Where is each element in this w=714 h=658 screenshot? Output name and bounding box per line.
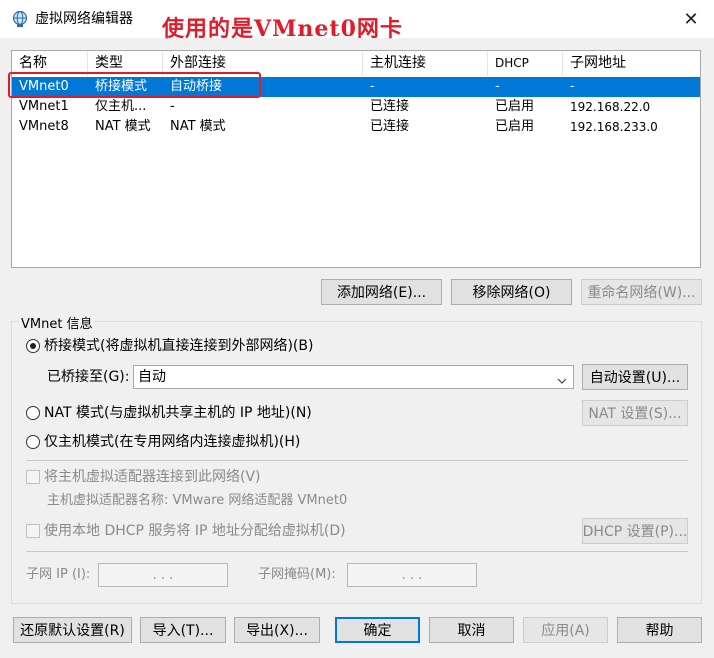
column-header-subnet[interactable]: 子网地址 xyxy=(563,51,702,76)
table-row[interactable]: VMnet1 仅主机... - 已连接 已启用 192.168.22.0 xyxy=(12,97,700,117)
remove-network-button[interactable]: 移除网络(O) xyxy=(451,279,572,305)
subnet-mask-field[interactable]: . . . xyxy=(347,563,477,587)
annotation-text: 使用的是VMnet0网卡 xyxy=(162,16,403,42)
divider xyxy=(26,551,688,552)
cell-subnet: 192.168.22.0 xyxy=(570,100,651,114)
export-button[interactable]: 导出(X)... xyxy=(234,617,320,643)
cell-subnet: - xyxy=(570,79,575,94)
close-icon[interactable]: ✕ xyxy=(668,0,714,38)
nat-settings-button[interactable]: NAT 设置(S)... xyxy=(582,400,688,426)
column-header-host[interactable]: 主机连接 xyxy=(363,51,488,76)
host-only-mode-label[interactable]: 仅主机模式(在专用网络内连接虚拟机)(H) xyxy=(44,433,300,451)
ok-button[interactable]: 确定 xyxy=(335,617,420,643)
subnet-ip-field[interactable]: . . . xyxy=(98,563,228,587)
apply-button[interactable]: 应用(A) xyxy=(523,617,608,643)
annotation-highlight-box xyxy=(8,72,261,98)
cell-dhcp: - xyxy=(495,79,500,94)
cancel-button[interactable]: 取消 xyxy=(429,617,514,643)
add-network-button[interactable]: 添加网络(E)... xyxy=(321,279,442,305)
nat-mode-label[interactable]: NAT 模式(与虚拟机共享主机的 IP 地址)(N) xyxy=(44,404,312,422)
subnet-mask-label: 子网掩码(M): xyxy=(258,567,336,582)
auto-settings-button[interactable]: 自动设置(U)... xyxy=(582,364,688,390)
connect-adapter-label[interactable]: 将主机虚拟适配器连接到此网络(V) xyxy=(44,468,261,486)
cell-host: 已连接 xyxy=(370,119,410,134)
cell-type: 仅主机... xyxy=(95,99,147,114)
bridged-to-value: 自动 xyxy=(138,369,166,385)
rename-network-button[interactable]: 重命名网络(W)... xyxy=(581,279,702,305)
cell-host: - xyxy=(370,79,375,94)
window-title: 虚拟网络编辑器 xyxy=(35,11,133,27)
dhcp-service-label[interactable]: 使用本地 DHCP 服务将 IP 地址分配给虚拟机(D) xyxy=(44,522,346,540)
adapter-name-text: 主机虚拟适配器名称: VMware 网络适配器 VMnet0 xyxy=(47,493,348,508)
cell-name: VMnet8 xyxy=(19,119,69,134)
subnet-ip-label: 子网 IP (I): xyxy=(26,567,91,582)
cell-dhcp: 已启用 xyxy=(495,119,535,134)
host-only-mode-radio[interactable] xyxy=(26,435,40,449)
nat-mode-radio[interactable] xyxy=(26,406,40,420)
dhcp-settings-button[interactable]: DHCP 设置(P)... xyxy=(582,518,688,544)
cell-external: - xyxy=(170,99,175,114)
cell-external: NAT 模式 xyxy=(170,119,226,134)
cell-host: 已连接 xyxy=(370,99,410,114)
cell-subnet: 192.168.233.0 xyxy=(570,120,658,134)
dhcp-service-checkbox[interactable] xyxy=(26,524,40,538)
cell-name: VMnet1 xyxy=(19,99,69,114)
bridged-mode-label[interactable]: 桥接模式(将虚拟机直接连接到外部网络)(B) xyxy=(44,337,313,355)
import-button[interactable]: 导入(T)... xyxy=(140,617,226,643)
vmnet-info-legend: VMnet 信息 xyxy=(19,313,95,332)
cell-type: NAT 模式 xyxy=(95,119,151,134)
restore-defaults-button[interactable]: 还原默认设置(R) xyxy=(13,617,132,643)
help-button[interactable]: 帮助 xyxy=(617,617,702,643)
bridged-mode-radio[interactable] xyxy=(26,339,40,353)
connect-adapter-checkbox[interactable] xyxy=(26,470,40,484)
column-header-dhcp[interactable]: DHCP xyxy=(488,51,563,76)
divider xyxy=(26,460,688,461)
bridged-to-label: 已桥接至(G): xyxy=(47,369,130,385)
chevron-down-icon xyxy=(557,371,567,384)
cell-dhcp: 已启用 xyxy=(495,99,535,114)
table-row[interactable]: VMnet8 NAT 模式 NAT 模式 已连接 已启用 192.168.233… xyxy=(12,117,700,137)
network-globe-icon xyxy=(11,10,29,28)
bridged-to-select[interactable]: 自动 xyxy=(133,365,574,389)
